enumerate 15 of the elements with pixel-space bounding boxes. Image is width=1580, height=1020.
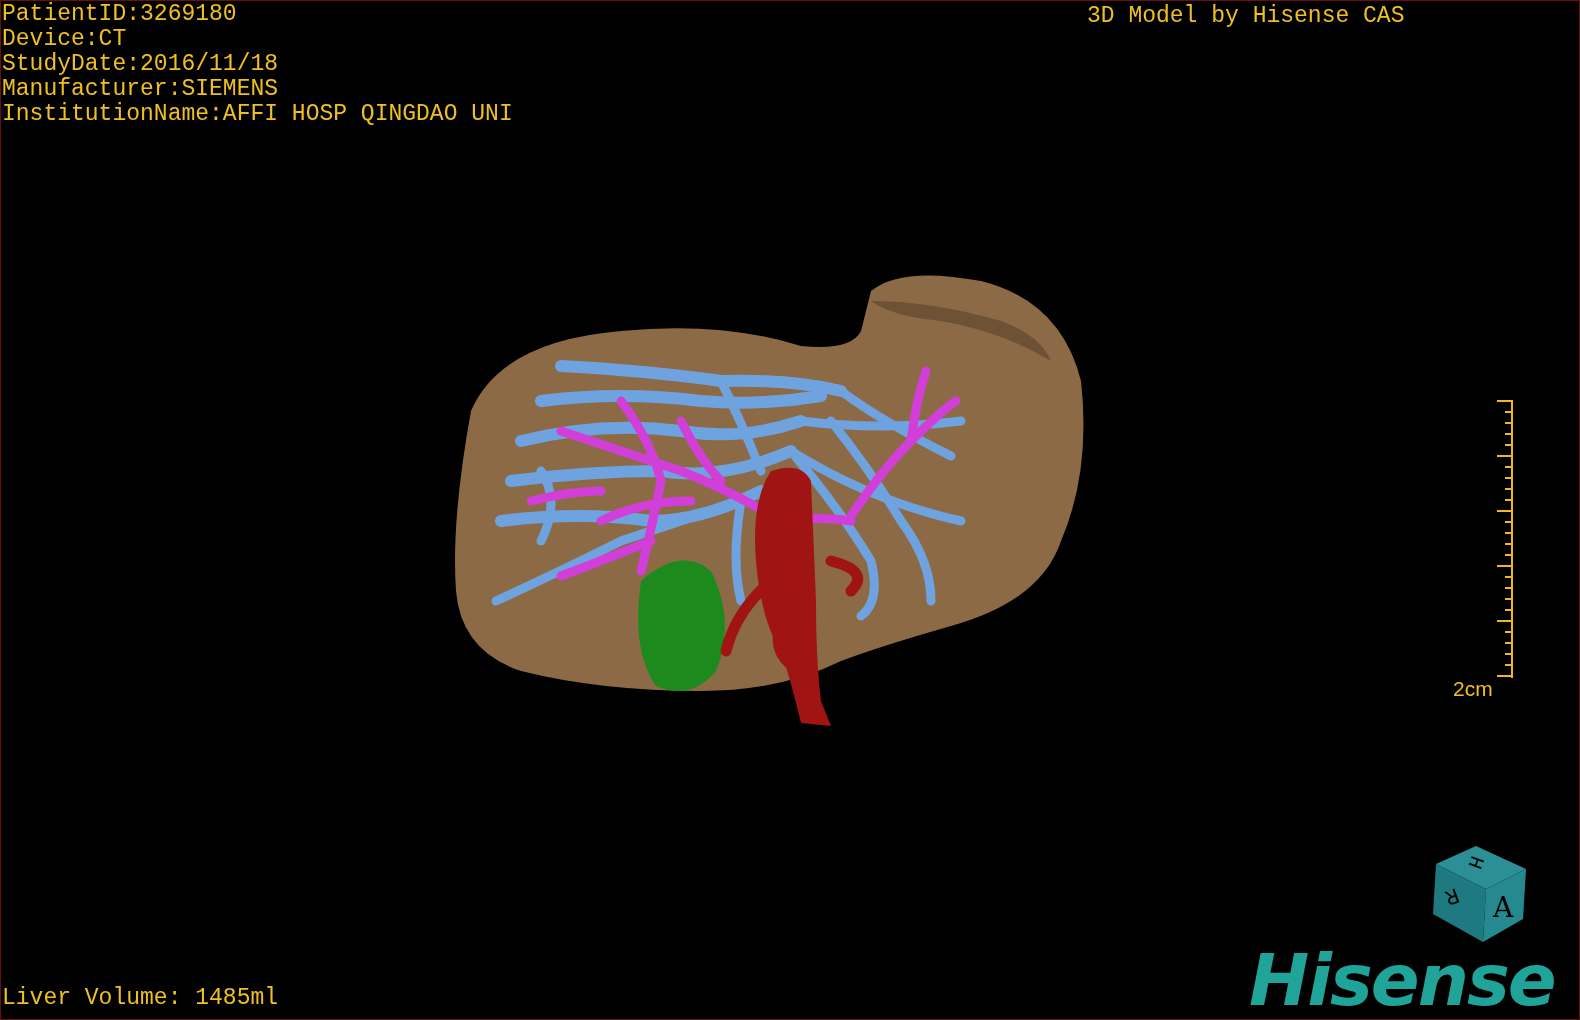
cube-face-label: A bbox=[1493, 894, 1514, 922]
liver-volume-text: Liver Volume: 1485ml bbox=[2, 986, 279, 1011]
patient-info-text: Manufacturer:SIEMENS bbox=[2, 77, 280, 102]
patient-info-text: PatientID:3269180 bbox=[2, 2, 238, 27]
orientation-cube[interactable]: H R A bbox=[1431, 844, 1531, 944]
patient-info-text: InstitutionName:AFFI HOSP QINGDAO UNI bbox=[2, 102, 513, 127]
viewport[interactable]: PatientID:3269180 Device:CT StudyDate:2016/11/18 Manufacturer:SIEMENS InstitutionName:AFFI HOSP QINGDAO UNI 3D Model by Hisense CAS 2cm H R A Liver Volume: 1485ml Hisense bbox=[0, 0, 1580, 1020]
scale-label: 2cm bbox=[1453, 678, 1493, 700]
scale-bar-icon bbox=[1495, 399, 1514, 679]
cube-face-label: H bbox=[1463, 852, 1487, 872]
cube-face-label: R bbox=[1441, 882, 1462, 908]
patient-info-text: Device:CT bbox=[2, 27, 128, 52]
model-credit-text: 3D Model by Hisense CAS bbox=[1087, 4, 1405, 29]
patient-info-text: StudyDate:2016/11/18 bbox=[2, 52, 280, 77]
logo-text: Hisense bbox=[1249, 945, 1555, 1015]
